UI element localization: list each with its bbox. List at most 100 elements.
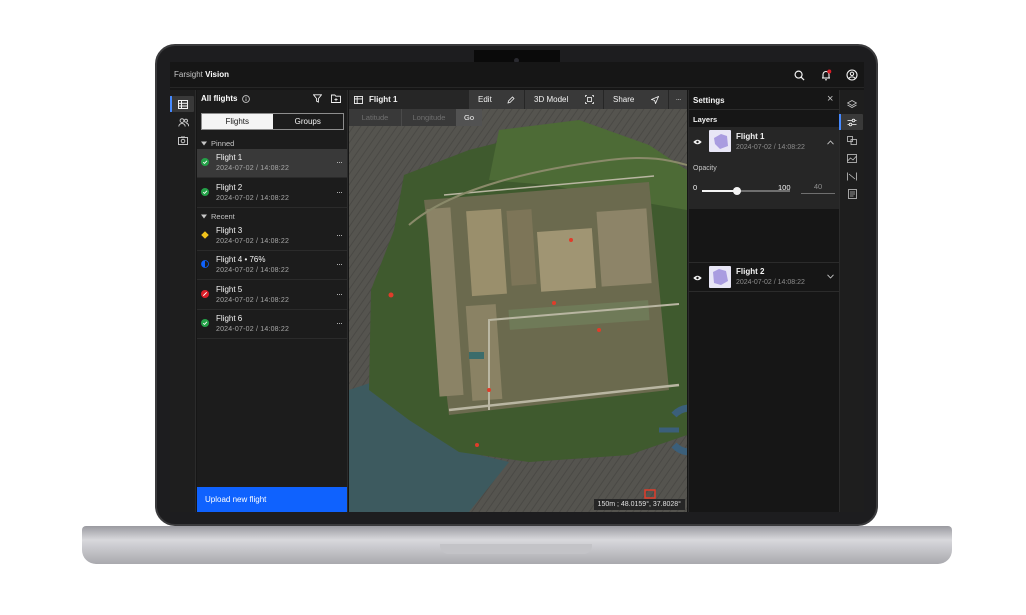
edit-button[interactable]: Edit [469,90,524,109]
section-recent-label: Recent [211,212,235,221]
app-screen: Farsight Vision All flights Flights Grou… [170,62,864,512]
status-complete-icon [201,158,209,166]
opacity-slider-handle[interactable] [733,187,741,195]
camera-icon[interactable] [172,132,194,148]
overflow-menu-icon[interactable]: ··· [336,230,343,240]
overflow-menu-icon[interactable]: ··· [336,187,343,197]
flight-row-5[interactable]: Flight 5 2024-07-02 / 14:08:22 ··· [197,281,347,310]
chevron-down-icon [201,141,207,146]
flight-name: Flight 4 • 76% [216,255,266,264]
flight-row-3[interactable]: Flight 3 2024-07-02 / 14:08:22 ··· [197,222,347,251]
scale-coordinate-readout: 150m ; 48.0159°, 37.8028° [593,499,685,510]
section-pinned[interactable]: Pinned [201,139,234,148]
opacity-max: 100 [778,183,791,192]
layer-item-flight-2[interactable]: Flight 2 2024-07-02 / 14:08:22 [689,262,839,292]
flight-date: 2024-07-02 / 14:08:22 [216,238,290,245]
overflow-menu-icon[interactable]: ··· [336,289,343,299]
go-button[interactable]: Go [456,109,482,126]
map-title: Flight 1 [369,95,398,104]
flight-row-4[interactable]: Flight 4 • 76% 2024-07-02 / 14:08:22 ··· [197,251,347,280]
overflow-menu-icon[interactable]: ··· [336,318,343,328]
new-folder-icon[interactable] [331,94,341,105]
overflow-menu-icon[interactable]: ··· [336,259,343,269]
filter-icon[interactable] [312,94,323,105]
flight-date: 2024-07-02 / 14:08:22 [216,267,290,274]
coordinate-search-bar: Latitude Longitude Go [349,109,482,126]
layer-date: 2024-07-02 / 14:08:22 [736,279,805,286]
pencil-icon [507,95,515,104]
flight-name: Flight 1 [216,153,243,162]
chevron-up-icon[interactable] [827,140,834,145]
report-icon[interactable] [841,186,863,202]
search-icon[interactable] [792,68,806,82]
flight-name: Flight 5 [216,285,243,294]
layer-date: 2024-07-02 / 14:08:22 [736,144,805,151]
status-complete-icon [201,188,209,196]
layer-thumbnail [709,266,731,288]
table-icon[interactable] [170,96,194,112]
settings-title: Settings [693,96,725,105]
tab-groups[interactable]: Groups [273,114,344,129]
layer-item-flight-1[interactable]: Flight 1 2024-07-02 / 14:08:22 Opacity [689,127,839,209]
send-icon [651,95,659,104]
flight-row-6[interactable]: Flight 6 2024-07-02 / 14:08:22 ··· [197,310,347,339]
overflow-menu-icon[interactable]: ··· [336,157,343,167]
opacity-slider-fill [702,190,737,192]
measure-icon[interactable] [841,168,863,184]
flight-date: 2024-07-02 / 14:08:22 [216,195,290,202]
layer-name: Flight 2 [736,267,765,276]
layers-icon[interactable] [841,96,863,112]
right-tool-rail [839,90,864,512]
longitude-input[interactable]: Longitude [401,109,456,126]
tab-flights[interactable]: Flights [202,114,273,129]
flights-groups-switcher: Flights Groups [201,113,344,130]
eye-icon[interactable] [693,139,702,145]
info-icon[interactable] [242,94,251,103]
notification-bell-icon[interactable] [819,68,833,82]
table-icon [354,95,363,104]
share-button[interactable]: Share [604,90,668,109]
flight-name: Flight 2 [216,183,243,192]
image-icon[interactable] [841,150,863,166]
top-bar: Farsight Vision [170,62,864,88]
section-recent[interactable]: Recent [201,212,235,221]
map-view[interactable]: Flight 1 Edit 3D Model Share ··· Latitud… [349,90,687,512]
flight-date: 2024-07-02 / 14:08:22 [216,326,290,333]
status-warning-icon [201,231,209,239]
layers-heading: Layers [693,115,718,124]
laptop-opening-lip [440,544,592,554]
flight-row-1[interactable]: Flight 1 2024-07-02 / 14:08:22 ··· [197,149,347,178]
chevron-down-icon [201,214,207,219]
status-error-icon [201,290,209,298]
upload-new-flight-button[interactable]: Upload new flight [197,487,347,512]
user-profile-icon[interactable] [845,68,859,82]
divider [689,109,839,110]
flight-name: Flight 3 [216,226,243,235]
flight-date: 2024-07-02 / 14:08:22 [216,297,290,304]
app-brand: Farsight Vision [174,70,229,79]
flight-list-panel: All flights Flights Groups Pinned Flight… [197,90,348,512]
flight-row-2[interactable]: Flight 2 2024-07-02 / 14:08:22 ··· [197,179,347,208]
opacity-value-input[interactable]: 40 [801,179,835,194]
settings-panel: Settings × Layers Flight 1 2024-07-02 / … [688,90,839,512]
orthomosaic-image [349,90,687,512]
sliders-icon[interactable] [839,114,863,130]
flight-name: Flight 6 [216,314,243,323]
close-icon[interactable]: × [827,93,833,105]
opacity-min: 0 [693,183,698,192]
compare-icon[interactable] [841,132,863,148]
status-in-progress-icon [201,260,209,268]
map-more-button[interactable]: ··· [669,90,687,109]
share-label: Share [613,95,635,104]
edit-label: Edit [478,95,492,104]
latitude-input[interactable]: Latitude [349,109,401,126]
left-nav-rail [170,90,196,512]
flight-list-title: All flights [201,94,238,103]
3d-model-button[interactable]: 3D Model [525,90,603,109]
opacity-label: Opacity [693,165,717,172]
map-header: Flight 1 Edit 3D Model Share ··· [349,90,687,109]
users-icon[interactable] [172,114,194,130]
eye-icon[interactable] [693,275,702,281]
chevron-down-icon[interactable] [827,274,834,279]
layer-name: Flight 1 [736,132,765,141]
